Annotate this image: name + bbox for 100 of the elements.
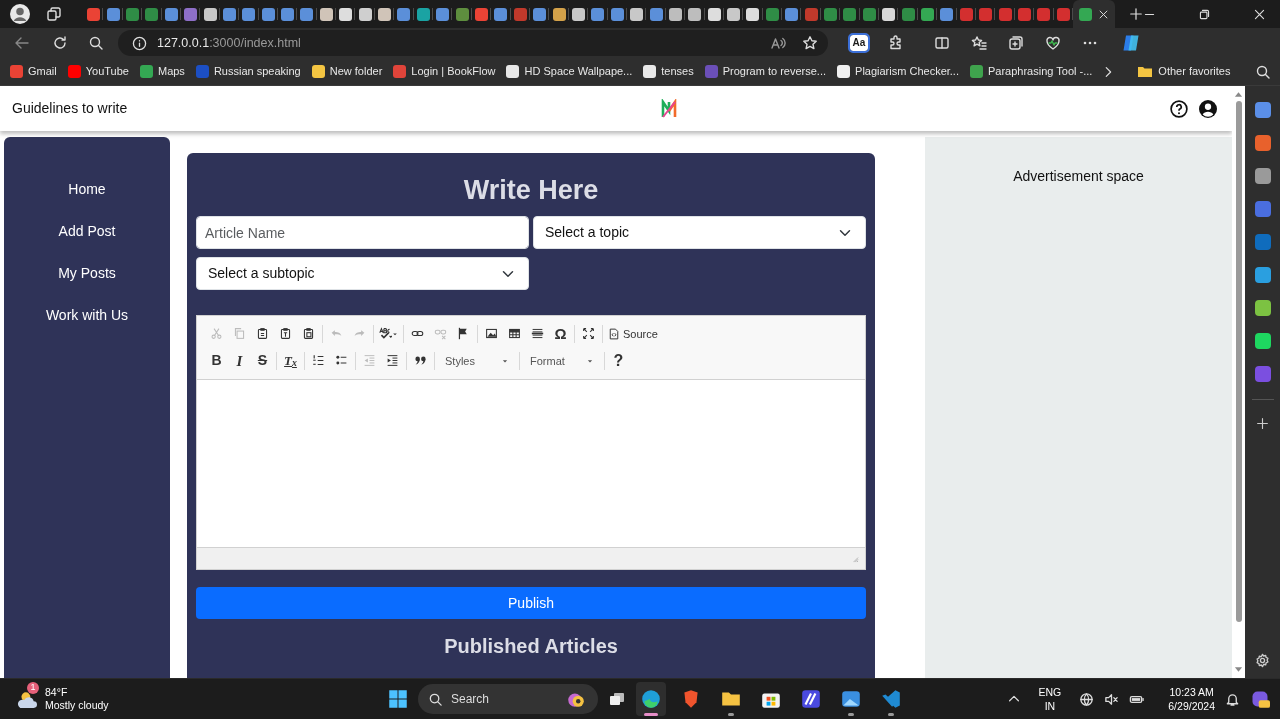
subtopic-select[interactable]: Select a subtopic <box>196 257 529 291</box>
split-screen-icon[interactable] <box>934 35 950 51</box>
remove-format-button[interactable]: T$_{x}$ <box>279 349 302 372</box>
notification-badge: 1 <box>27 682 39 694</box>
bookmark-label: YouTube <box>85 64 129 80</box>
start-icon[interactable] <box>388 689 408 709</box>
copy-icon <box>233 327 246 341</box>
close-icon[interactable] <box>1252 7 1266 21</box>
globe-icon[interactable] <box>1079 691 1095 707</box>
close-icon[interactable] <box>1097 8 1109 20</box>
sidebar-app-icon[interactable] <box>1254 267 1271 283</box>
bookmark-label: Other favorites <box>1158 64 1231 80</box>
collections-icon[interactable] <box>1008 35 1024 51</box>
bookmark-link[interactable]: YouTube <box>67 63 129 80</box>
sidebar-app-icon[interactable] <box>1254 300 1271 316</box>
help-button[interactable]: ? <box>607 349 630 372</box>
language-indicator[interactable]: ENG IN <box>1038 685 1062 713</box>
document-icon <box>608 327 620 340</box>
dropdown-select[interactable]: Styles <box>437 349 517 372</box>
favorites-icon[interactable] <box>971 35 987 51</box>
bookmark-link[interactable]: HD Space Wallpape... <box>506 63 633 80</box>
bookmark-label: Paraphrasing Tool -... <box>988 64 1093 80</box>
nav-link[interactable]: Home <box>68 179 106 200</box>
url-path: :3000/index.html <box>209 34 301 52</box>
taskbar-app-button[interactable] <box>636 682 666 716</box>
scroll-up-icon[interactable] <box>1234 90 1243 98</box>
bookmark-link[interactable]: Russian speaking <box>195 63 301 80</box>
form-heading: Write Here <box>462 174 600 207</box>
add-icon[interactable] <box>1256 417 1269 430</box>
bookmark-link[interactable]: New folder <box>311 63 383 80</box>
bookmark-label: HD Space Wallpape... <box>524 64 633 80</box>
profile-icon[interactable] <box>10 4 30 24</box>
task-view-icon[interactable] <box>608 691 626 707</box>
bookmark-link[interactable]: Plagiarism Checker... <box>837 63 959 80</box>
search-icon[interactable] <box>88 35 104 51</box>
sidebar-app-icon[interactable] <box>1254 102 1271 118</box>
new-tab-icon[interactable] <box>1128 7 1143 21</box>
copilot-icon[interactable] <box>1250 689 1270 709</box>
favorite-star-icon[interactable] <box>802 35 818 51</box>
sidebar-app-icon[interactable] <box>1254 201 1271 217</box>
bookmark-label: New folder <box>329 64 383 80</box>
publish-button[interactable]: Publish <box>196 587 866 620</box>
logo-icon <box>659 98 678 119</box>
user-icon[interactable] <box>1199 99 1217 118</box>
search-placeholder: Search <box>451 691 490 708</box>
sidebar-app-icon[interactable] <box>1254 135 1271 151</box>
clipboard-icon <box>279 327 292 341</box>
scrollbar-thumb[interactable] <box>1235 101 1242 622</box>
nav-link[interactable]: My Posts <box>58 263 116 284</box>
bookmark-label: Login | BookFlow <box>411 64 496 80</box>
bookmark-label: Program to reverse... <box>722 64 827 80</box>
nav-link[interactable]: Add Post <box>58 221 116 242</box>
special-character-button[interactable]: Ω <box>549 322 572 345</box>
bookmark-link[interactable]: Gmail <box>10 63 57 80</box>
search-icon[interactable] <box>1255 63 1271 80</box>
clock[interactable]: 10:23 AM 6/29/2024 <box>1168 685 1215 713</box>
search-icon <box>428 691 443 707</box>
strikethrough-button[interactable]: S <box>251 349 274 372</box>
back-icon[interactable] <box>14 35 30 51</box>
copilot-icon[interactable] <box>1121 33 1141 53</box>
restore-icon[interactable] <box>1197 7 1211 21</box>
workspaces-icon[interactable] <box>46 6 62 22</box>
extensions-icon[interactable] <box>888 35 904 51</box>
heartbeat-icon[interactable] <box>1045 35 1061 51</box>
source-button[interactable]: Source <box>605 322 661 345</box>
help-icon[interactable] <box>1170 99 1188 118</box>
bookmark-link[interactable]: Paraphrasing Tool -... <box>970 63 1093 80</box>
bookmark-label: Russian speaking <box>213 64 301 80</box>
bookmark-label: Maps <box>157 64 185 80</box>
dropdown-select[interactable]: Format <box>522 349 602 372</box>
bookmark-link[interactable]: tenses <box>643 63 694 80</box>
bookmark-link[interactable]: Maps <box>139 63 185 80</box>
topic-select[interactable]: Select a topic <box>533 216 866 250</box>
running-indicator <box>848 713 854 716</box>
scroll-down-icon[interactable] <box>1234 666 1243 674</box>
immersive-reader-button[interactable]: Aa <box>850 35 868 51</box>
sidebar-app-icon[interactable] <box>1254 168 1271 184</box>
muted-speaker-icon[interactable] <box>1104 691 1120 707</box>
numbered-list-icon <box>312 354 325 368</box>
outdent-icon <box>363 354 376 368</box>
clipboard-icon <box>302 327 315 341</box>
article-name-field[interactable]: Article Name <box>196 216 529 250</box>
address-field[interactable]: 127.0.0.1:3000/index.html <box>118 30 828 56</box>
bold-button[interactable]: B <box>205 349 228 372</box>
taskbar-search-field[interactable]: Search <box>418 684 598 714</box>
running-indicator <box>728 713 734 716</box>
weather-cloud-icon <box>15 689 39 709</box>
browser-tab[interactable] <box>1072 0 1115 28</box>
bookmark-link[interactable]: Program to reverse... <box>704 63 827 80</box>
reload-icon[interactable] <box>52 35 68 51</box>
indent-icon <box>386 354 399 368</box>
bookmark-folder[interactable]: Other favorites <box>1137 63 1231 80</box>
settings-icon[interactable] <box>1255 653 1270 668</box>
read-aloud-icon[interactable] <box>770 35 786 51</box>
bell-icon[interactable] <box>1225 691 1240 707</box>
horizontal-line-icon <box>531 327 544 341</box>
italic-button[interactable]: I <box>228 349 251 372</box>
sidebar-app-icon[interactable] <box>1254 333 1271 349</box>
bookmark-link[interactable]: Login | BookFlow <box>393 63 496 80</box>
nav-link[interactable]: Work with Us <box>45 305 129 326</box>
